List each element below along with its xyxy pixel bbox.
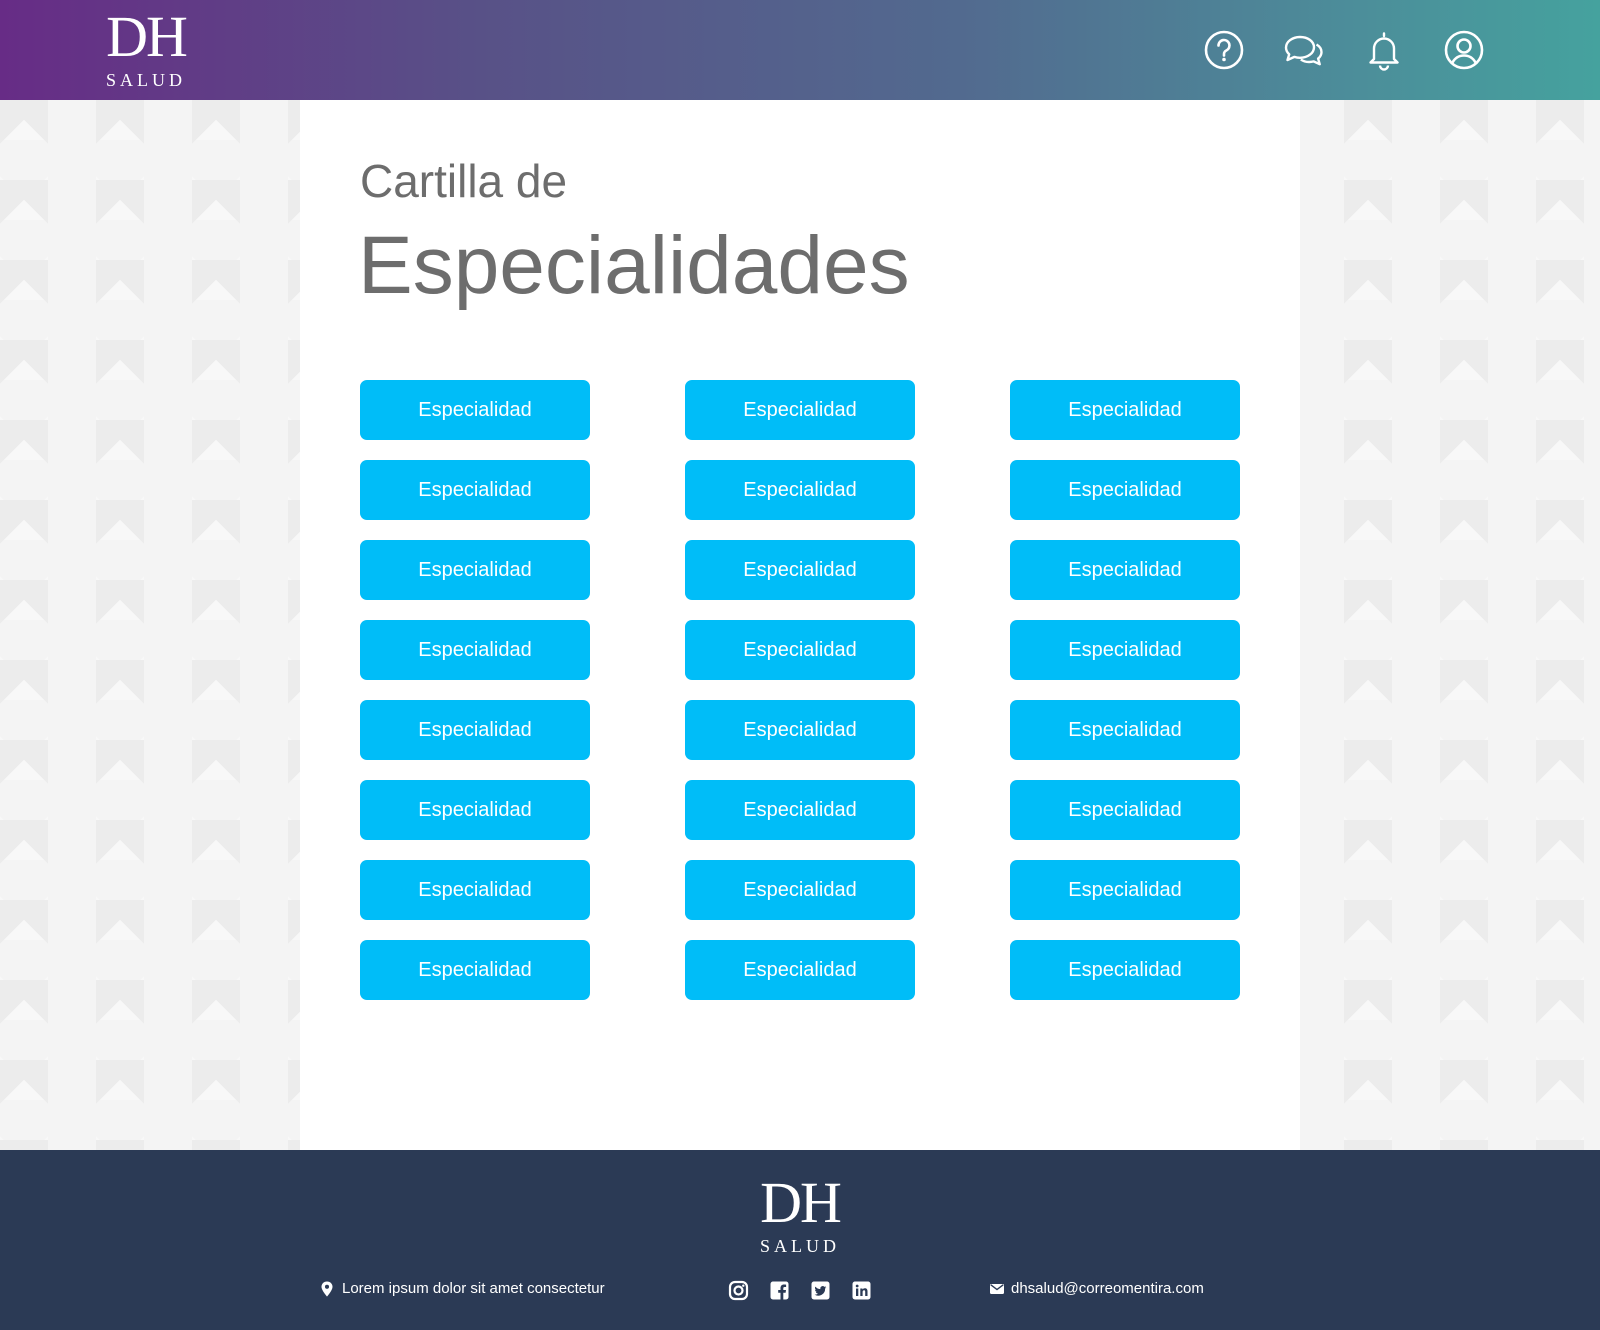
specialty-button[interactable]: Especialidad — [1010, 620, 1240, 680]
specialty-button[interactable]: Especialidad — [685, 540, 915, 600]
chat-icon[interactable] — [1283, 29, 1325, 71]
footer-email[interactable]: dhsalud@correomentira.com — [990, 1280, 1204, 1297]
bell-icon[interactable] — [1363, 29, 1405, 71]
specialty-button[interactable]: Especialidad — [1010, 380, 1240, 440]
twitter-icon[interactable] — [810, 1280, 831, 1301]
envelope-icon — [990, 1283, 1004, 1294]
social-links — [728, 1280, 872, 1301]
footer-brand-sub: SALUD — [759, 1236, 840, 1256]
specialty-button[interactable]: Especialidad — [685, 700, 915, 760]
facebook-icon[interactable] — [769, 1280, 790, 1301]
linkedin-icon[interactable] — [851, 1280, 872, 1301]
page-subtitle: Cartilla de — [360, 155, 568, 207]
footer-address-text: Lorem ipsum dolor sit amet consectetur — [342, 1280, 605, 1297]
specialty-button[interactable]: Especialidad — [1010, 860, 1240, 920]
footer-logo[interactable]: DH SALUD — [750, 1170, 850, 1257]
footer-brand-mark: DH — [760, 1170, 842, 1235]
specialty-button[interactable]: Especialidad — [1010, 460, 1240, 520]
specialty-button[interactable]: Especialidad — [1010, 700, 1240, 760]
user-icon[interactable] — [1443, 29, 1485, 71]
instagram-icon[interactable] — [728, 1280, 749, 1301]
footer-address: Lorem ipsum dolor sit amet consectetur — [320, 1280, 605, 1297]
specialty-button[interactable]: Especialidad — [360, 620, 590, 680]
specialty-button[interactable]: Especialidad — [685, 460, 915, 520]
header-actions — [1203, 29, 1485, 71]
specialty-button[interactable]: Especialidad — [360, 700, 590, 760]
help-icon[interactable] — [1203, 29, 1245, 71]
specialty-button[interactable]: Especialidad — [685, 620, 915, 680]
specialty-button[interactable]: Especialidad — [360, 940, 590, 1000]
footer-info-row: Lorem ipsum dolor sit amet consectetur d… — [0, 1280, 1600, 1310]
footer-email-text: dhsalud@correomentira.com — [1011, 1280, 1204, 1297]
specialty-button[interactable]: Especialidad — [685, 860, 915, 920]
brand-logo[interactable]: DH SALUD — [96, 4, 196, 91]
site-footer: DH SALUD Lorem ipsum dolor sit amet cons… — [0, 1150, 1600, 1330]
specialty-button[interactable]: Especialidad — [360, 540, 590, 600]
page-title: Especialidades — [358, 220, 910, 311]
brand-mark: DH — [106, 4, 188, 69]
top-header: DH SALUD — [0, 0, 1600, 100]
specialty-button[interactable]: Especialidad — [685, 380, 915, 440]
brand-sub: SALUD — [105, 70, 186, 90]
specialty-button[interactable]: Especialidad — [1010, 540, 1240, 600]
specialty-button[interactable]: Especialidad — [685, 940, 915, 1000]
main-content: Cartilla de Especialidades Especialidad … — [300, 100, 1300, 1150]
specialty-button[interactable]: Especialidad — [360, 860, 590, 920]
specialty-button[interactable]: Especialidad — [360, 460, 590, 520]
specialty-button[interactable]: Especialidad — [1010, 940, 1240, 1000]
specialty-button[interactable]: Especialidad — [360, 380, 590, 440]
specialty-button[interactable]: Especialidad — [685, 780, 915, 840]
specialty-button[interactable]: Especialidad — [1010, 780, 1240, 840]
specialty-button[interactable]: Especialidad — [360, 780, 590, 840]
specialties-grid: Especialidad Especialidad Especialidad E… — [360, 380, 1240, 1000]
location-pin-icon — [321, 1280, 333, 1297]
